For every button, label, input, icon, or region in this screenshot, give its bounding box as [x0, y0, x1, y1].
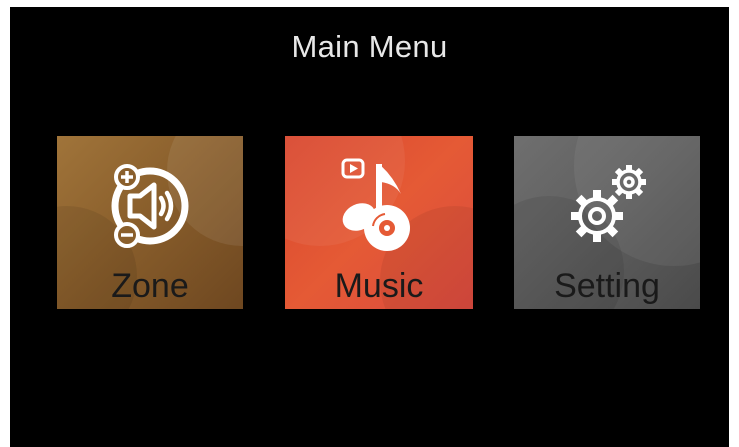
setting-label: Setting [554, 267, 660, 305]
music-label: Music [334, 267, 424, 305]
screen: Main Menu Zone Music Setting [10, 7, 729, 447]
setting-tile[interactable]: Setting [514, 136, 700, 309]
speaker-volume-icon [111, 164, 189, 248]
page-title: Main Menu [291, 29, 448, 64]
music-tile[interactable]: Music [285, 136, 473, 309]
zone-tile[interactable]: Zone [57, 136, 243, 309]
music-note-disc-icon [341, 158, 410, 251]
gears-icon [571, 165, 646, 242]
zone-label: Zone [111, 267, 189, 305]
